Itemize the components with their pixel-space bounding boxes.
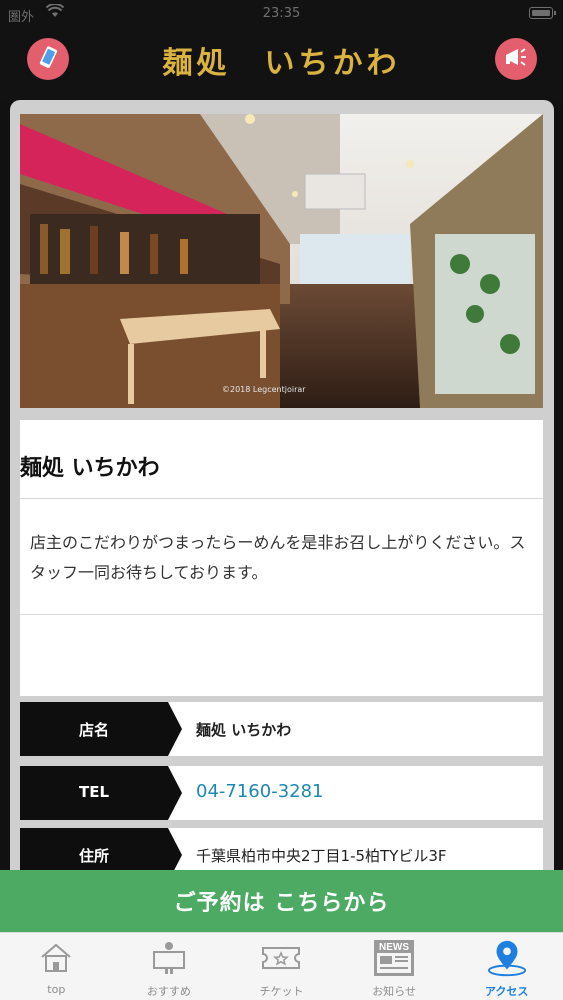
shop-description: 店主のこだわりがつまったらーめんを是非お召し上がりください。スタッフ一同お待ちし… xyxy=(30,533,526,582)
battery-icon xyxy=(529,7,556,19)
detail-label: TEL xyxy=(78,783,110,801)
tab-label: お知らせ xyxy=(372,985,416,998)
tab-label: チケット xyxy=(259,985,304,998)
news-icon: NEWS xyxy=(373,939,415,977)
recommend-icon xyxy=(148,939,190,977)
divider xyxy=(20,614,543,615)
detail-row-tel: TEL 04-7160-3281 xyxy=(20,766,543,820)
page-title: 麺処 いちかわ xyxy=(162,46,401,81)
tab-news[interactable]: NEWS お知らせ xyxy=(338,933,451,1000)
shop-info-card: 麺処 いちかわ 店主のこだわりがつまったらーめんを是非お召し上がりください。スタ… xyxy=(20,420,543,696)
tel-link[interactable]: 04-7160-3281 xyxy=(196,781,324,802)
tab-label: おすすめ xyxy=(146,985,191,998)
detail-label: 住所 xyxy=(78,847,109,865)
clock-text: 23:35 xyxy=(262,6,301,21)
megaphone-icon xyxy=(503,46,529,72)
megaphone-button[interactable] xyxy=(495,38,537,80)
map-pin-icon xyxy=(486,939,528,977)
shop-photo: ©2018 Legcentjoirar xyxy=(20,114,543,408)
home-icon xyxy=(35,939,77,977)
detail-row-address: 住所 千葉県柏市中央2丁目1-5柏TYビル3F xyxy=(20,828,543,870)
shop-panel: ©2018 Legcentjoirar 麺処 いちかわ 店主のこだわりがつまった… xyxy=(10,100,554,870)
address-value: 千葉県柏市中央2丁目1-5柏TYビル3F xyxy=(196,847,447,865)
shop-name-value: 麺処 いちかわ xyxy=(196,721,292,739)
news-icon-text: NEWS xyxy=(379,942,409,953)
label-tip xyxy=(168,766,182,820)
photo-caption: ©2018 Legcentjoirar xyxy=(222,385,306,394)
divider xyxy=(20,498,543,499)
status-bar: 圏外 23:35 xyxy=(0,0,563,26)
content-area: ©2018 Legcentjoirar 麺処 いちかわ 店主のこだわりがつまった… xyxy=(0,100,563,870)
tab-label: top xyxy=(47,983,66,996)
ticket-icon xyxy=(260,939,302,977)
tab-bar: top おすすめ チケット NEWS お知らせ アクセス xyxy=(0,932,563,1000)
label-tip xyxy=(168,828,182,870)
label-tip xyxy=(168,702,182,756)
app-header: 麺処 いちかわ xyxy=(0,26,563,100)
tab-label: アクセス xyxy=(484,985,529,998)
detail-label: 店名 xyxy=(78,721,109,739)
tab-top[interactable]: top xyxy=(0,933,113,1000)
reserve-button[interactable]: ご予約は こちらから xyxy=(0,870,563,932)
shop-name-heading: 麺処 いちかわ xyxy=(20,455,160,481)
tab-ticket[interactable]: チケット xyxy=(225,933,338,1000)
tab-recommend[interactable]: おすすめ xyxy=(113,933,226,1000)
detail-row-name: 店名 麺処 いちかわ xyxy=(20,702,543,756)
tab-access[interactable]: アクセス xyxy=(450,933,563,1000)
